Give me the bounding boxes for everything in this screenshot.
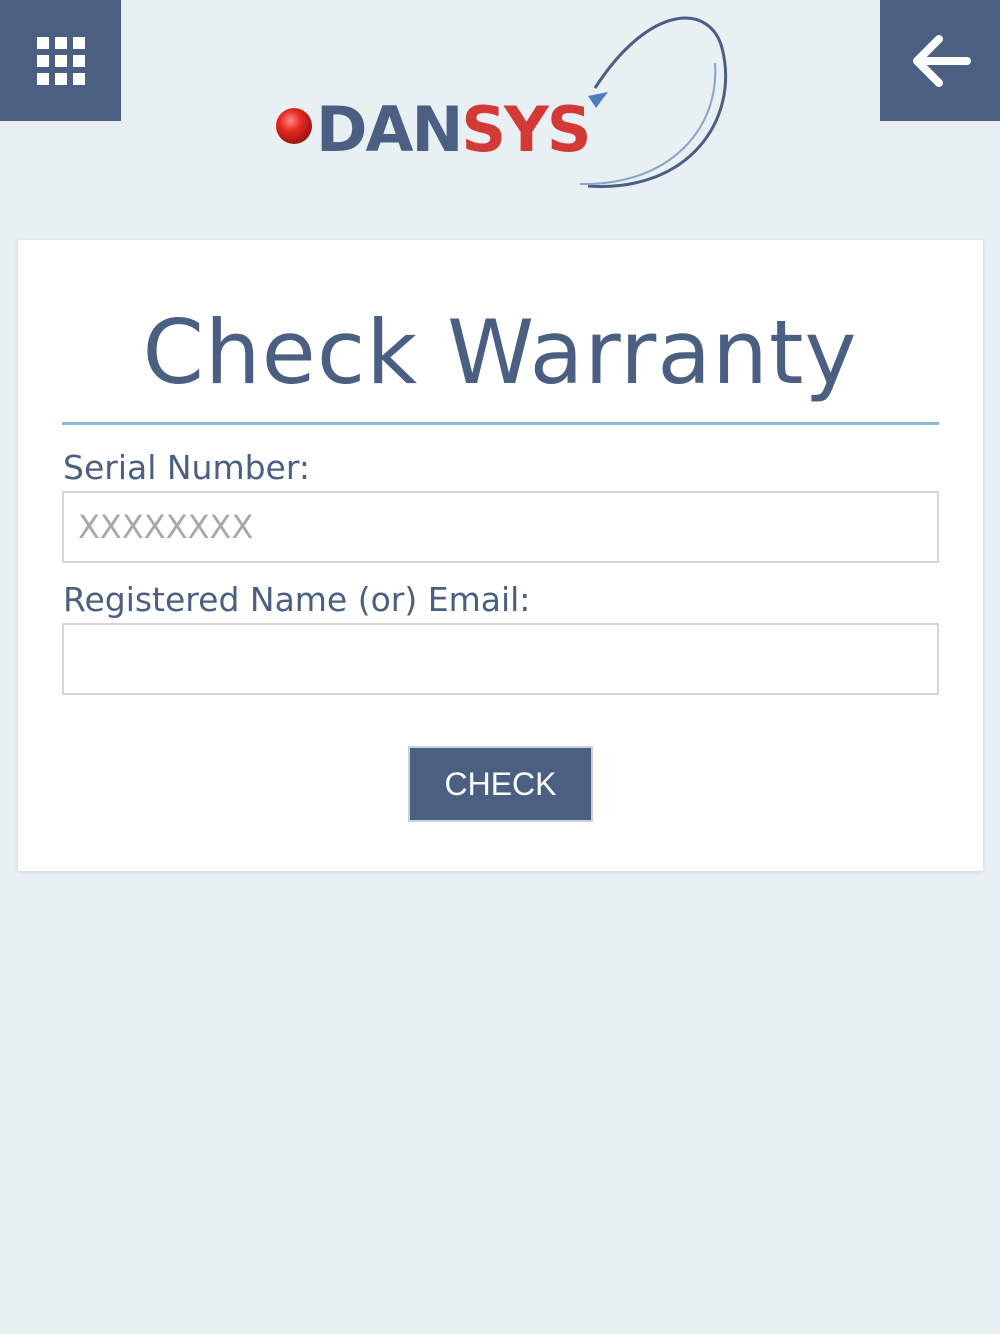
grid-icon [36, 36, 85, 85]
menu-button[interactable] [0, 0, 121, 121]
page-title: Check Warranty [142, 301, 858, 404]
registered-name-label: Registered Name (or) Email: [63, 580, 531, 619]
serial-number-input[interactable] [62, 491, 939, 563]
arrow-left-icon [913, 34, 971, 87]
serial-number-label: Serial Number: [63, 448, 310, 487]
registered-name-input[interactable] [62, 623, 939, 695]
dansys-logo: DANSYS [276, 16, 728, 188]
back-button[interactable] [880, 0, 1000, 121]
top-bar: DANSYS [0, 0, 1000, 200]
check-button[interactable]: CHECK [408, 746, 593, 822]
svg-text:DANSYS: DANSYS [316, 93, 590, 166]
title-divider [62, 422, 939, 425]
